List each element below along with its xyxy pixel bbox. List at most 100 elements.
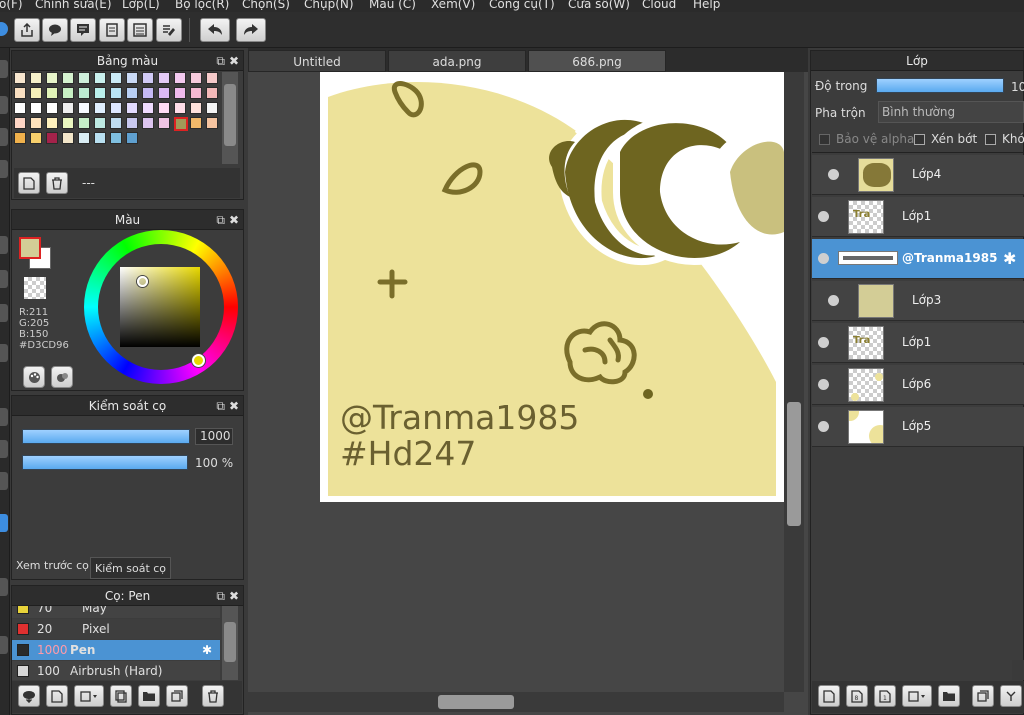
duplicate-brush-button[interactable] <box>166 685 188 707</box>
palette-swatch[interactable] <box>158 117 170 129</box>
menu-select[interactable]: Chọn(S) <box>242 0 290 11</box>
saturation-value-square[interactable] <box>120 267 200 347</box>
gear-icon[interactable]: ✱ <box>1003 249 1016 268</box>
layer-row-lop4[interactable]: Lớp4 <box>812 155 1024 195</box>
palette-swatch[interactable] <box>46 87 58 99</box>
popout-icon[interactable]: ⧉ <box>216 213 225 227</box>
palette-swatch[interactable] <box>94 102 106 114</box>
layer-row-lop6[interactable]: Lớp6 <box>812 365 1024 405</box>
palette-swatch[interactable] <box>142 102 154 114</box>
palette-swatch[interactable] <box>62 117 74 129</box>
palette-swatch[interactable] <box>190 102 202 114</box>
tab-brush-control[interactable]: Kiểm soát cọ <box>90 557 172 579</box>
layer-opacity-slider[interactable] <box>876 78 1004 93</box>
hue-cursor[interactable] <box>192 354 205 367</box>
canvas-vertical-scrollbar[interactable] <box>784 72 804 692</box>
menu-tools[interactable]: Công cụ(T) <box>489 0 555 11</box>
palette-swatch[interactable] <box>62 132 74 144</box>
canvas-horizontal-scrollbar[interactable] <box>248 692 784 712</box>
palette-swatch[interactable] <box>78 87 90 99</box>
palette-swatch[interactable] <box>158 87 170 99</box>
palette-swatch[interactable] <box>126 72 138 84</box>
palette-swatch[interactable] <box>110 72 122 84</box>
tool-button[interactable] <box>0 344 8 362</box>
palette-swatch[interactable] <box>94 117 106 129</box>
palette-scrollbar[interactable] <box>222 72 238 164</box>
close-icon[interactable]: ✖ <box>229 399 239 413</box>
edit-list-button[interactable] <box>156 18 182 42</box>
popout-icon[interactable]: ⧉ <box>216 54 225 68</box>
palette-swatch[interactable] <box>126 132 138 144</box>
brush-list-scrollbar[interactable] <box>222 606 238 680</box>
palette-swatch[interactable] <box>78 72 90 84</box>
cloud-icon[interactable] <box>0 22 8 36</box>
tool-button[interactable] <box>0 236 8 254</box>
tool-button[interactable] <box>0 96 8 114</box>
palette-swatch[interactable] <box>190 87 202 99</box>
brush-scroll-thumb[interactable] <box>224 622 236 662</box>
palette-swatch[interactable] <box>30 132 42 144</box>
redo-button[interactable] <box>236 18 266 42</box>
share-button[interactable] <box>14 18 40 42</box>
color-picker-cursor[interactable] <box>137 276 148 287</box>
close-icon[interactable]: ✖ <box>229 589 239 603</box>
tool-button[interactable] <box>0 408 8 426</box>
palette-swatch[interactable] <box>110 132 122 144</box>
pen-tool-button[interactable] <box>0 514 8 532</box>
tool-button[interactable] <box>0 636 8 654</box>
palette-swatch[interactable] <box>110 117 122 129</box>
brush-size-slider[interactable] <box>22 429 190 444</box>
visibility-icon[interactable] <box>828 295 839 306</box>
visibility-icon[interactable] <box>818 379 829 390</box>
tool-button[interactable] <box>0 270 8 288</box>
new-layer-button[interactable] <box>818 685 840 707</box>
palette-swatch[interactable] <box>158 72 170 84</box>
palette-swatch[interactable] <box>30 117 42 129</box>
menu-cloud[interactable]: Cloud <box>642 0 676 11</box>
palette-swatch[interactable] <box>110 102 122 114</box>
tool-button[interactable] <box>0 578 8 596</box>
palette-swatch[interactable] <box>46 132 58 144</box>
canvas-vscroll-thumb[interactable] <box>787 402 801 526</box>
palette-swatch[interactable] <box>94 132 106 144</box>
menu-file[interactable]: o(F) <box>0 0 23 11</box>
layer-row-tranma1985-selected[interactable]: @Tranma1985 ✱ <box>812 239 1024 279</box>
palette-swatch[interactable] <box>206 87 218 99</box>
visibility-icon[interactable] <box>818 253 829 264</box>
layer-row-lop1[interactable]: Tra Lớp1 <box>812 323 1024 363</box>
palette-swatch[interactable] <box>14 102 26 114</box>
tool-button[interactable] <box>0 160 8 178</box>
palette-scroll-thumb[interactable] <box>224 84 236 146</box>
palette-swatch[interactable] <box>142 87 154 99</box>
palette-swatch[interactable] <box>206 102 218 114</box>
palette-swatch[interactable] <box>14 87 26 99</box>
layer-scrollbar[interactable] <box>1012 660 1024 680</box>
palette-swatch[interactable] <box>158 102 170 114</box>
cloud-brush-button[interactable] <box>18 685 40 707</box>
duplicate-layer-button[interactable] <box>972 685 994 707</box>
undo-button[interactable] <box>200 18 230 42</box>
visibility-icon[interactable] <box>818 421 829 432</box>
palette-swatch[interactable] <box>14 72 26 84</box>
tab-686-png[interactable]: 686.png <box>528 50 666 72</box>
menu-filter[interactable]: Bộ lọc(R) <box>175 0 229 11</box>
gear-icon[interactable]: ✱ <box>202 640 212 660</box>
layer-folder-button[interactable] <box>938 685 960 707</box>
palette-swatch[interactable] <box>142 117 154 129</box>
palette-swatch[interactable] <box>62 87 74 99</box>
palette-swatch[interactable] <box>174 102 186 114</box>
popout-icon[interactable]: ⧉ <box>216 589 225 603</box>
menu-help[interactable]: Help <box>693 0 720 11</box>
palette-swatch[interactable] <box>14 132 26 144</box>
tab-ada-png[interactable]: ada.png <box>388 50 526 72</box>
tab-brush-preview[interactable]: Xem trước cọ <box>12 555 93 577</box>
palette-swatch[interactable] <box>30 102 42 114</box>
transparent-color-swatch[interactable] <box>24 277 46 299</box>
tool-button[interactable] <box>0 60 8 78</box>
canvas-area[interactable]: @Tranma1985 #Hd247 <box>248 72 808 715</box>
tool-button[interactable] <box>0 440 8 458</box>
menu-snap[interactable]: Chụp(N) <box>304 0 354 11</box>
popout-icon[interactable]: ⧉ <box>216 399 225 413</box>
menu-layer[interactable]: Lớp(L) <box>122 0 160 11</box>
close-icon[interactable]: ✖ <box>229 213 239 227</box>
